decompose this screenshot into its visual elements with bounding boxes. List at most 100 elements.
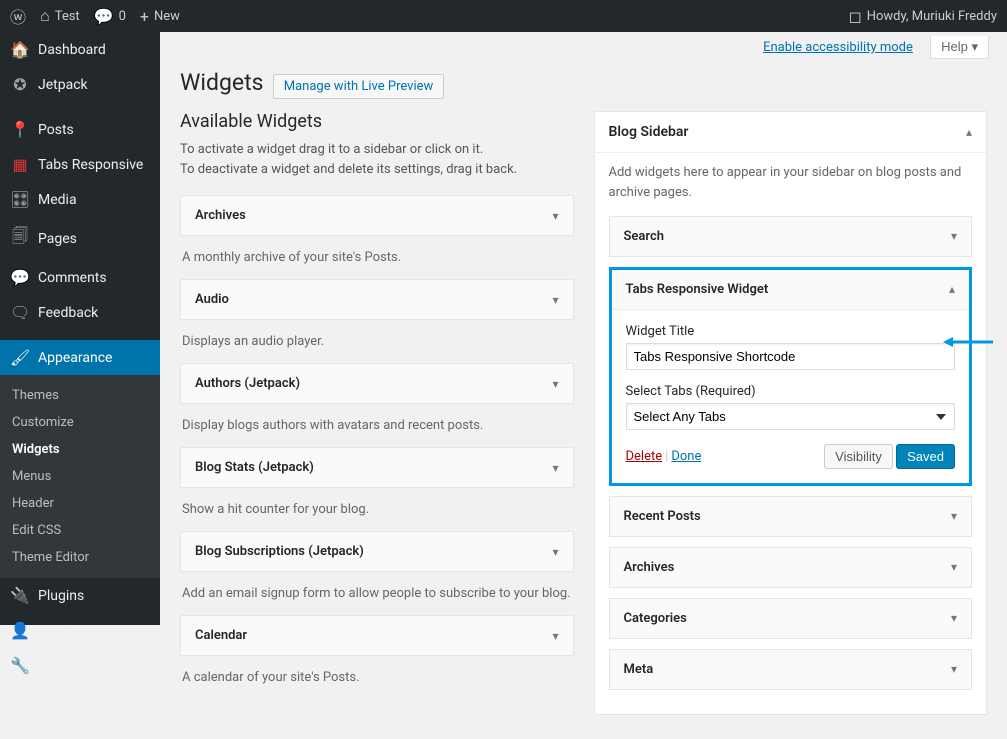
submenu-edit-css[interactable]: Edit CSS [0, 517, 160, 544]
menu-appearance[interactable]: 🖌 Appearance [0, 340, 160, 375]
tabs-icon: ▦ [10, 155, 30, 174]
menu-label: Appearance [38, 350, 112, 366]
avatar-icon: ◻ [848, 7, 861, 26]
chevron-up-icon: ▴ [949, 282, 955, 297]
select-tabs-label: Select Tabs (Required) [626, 384, 956, 399]
widget-title: Audio [195, 292, 229, 307]
chevron-down-icon: ▾ [552, 545, 558, 559]
submenu-menus[interactable]: Menus [0, 463, 160, 490]
widget-desc: Display blogs authors with avatars and r… [180, 412, 574, 447]
visibility-button[interactable]: Visibility [824, 444, 893, 469]
menu-plugins[interactable]: 🔌 Plugins [0, 578, 160, 613]
chevron-down-icon: ▾ [552, 377, 558, 391]
menu-media[interactable]: 🎛Media [0, 182, 160, 217]
widget-desc: Show a hit counter for your blog. [180, 496, 574, 531]
admin-bar: ⓦ ⌂Test 💬0 + New ◻Howdy, Muriuki Freddy [0, 0, 1007, 32]
content-area: Enable accessibility mode Help ▾ Widgets… [160, 32, 1007, 739]
menu-dashboard[interactable]: 🏠Dashboard [0, 32, 160, 67]
menu-label: Media [38, 192, 77, 208]
widget-audio[interactable]: Audio ▾ [180, 279, 574, 320]
submenu-customize[interactable]: Customize [0, 409, 160, 436]
comment-count: 0 [119, 9, 126, 24]
new-label: New [154, 9, 180, 24]
live-preview-button[interactable]: Manage with Live Preview [273, 74, 445, 99]
menu-tools[interactable]: 🔧 Tools [0, 648, 160, 683]
comments-link[interactable]: 💬0 [94, 7, 126, 26]
menu-label: Tools [38, 658, 72, 674]
widget-desc: A monthly archive of your site's Posts. [180, 244, 574, 279]
submenu-theme-editor[interactable]: Theme Editor [0, 544, 160, 571]
menu-comments[interactable]: 💬Comments [0, 260, 160, 295]
sidebar-areas-col: Blog Sidebar ▴ Add widgets here to appea… [594, 111, 988, 729]
menu-label: Tabs Responsive [38, 157, 143, 173]
new-link[interactable]: + New [140, 7, 180, 26]
submenu-header[interactable]: Header [0, 490, 160, 517]
menu-jetpack[interactable]: ✪Jetpack [0, 67, 160, 102]
saved-button[interactable]: Saved [896, 444, 955, 469]
placed-widget-archives[interactable]: Archives▾ [609, 547, 973, 588]
feedback-icon: 🗨 [10, 303, 30, 322]
select-tabs-dropdown[interactable]: Select Any Tabs [626, 403, 956, 430]
placed-widget-tabs-responsive: Tabs Responsive Widget▴ Widget Title Sel… [612, 270, 970, 483]
menu-pages[interactable]: 🗐Pages [0, 217, 160, 260]
menu-tabs-responsive[interactable]: ▦ Tabs Responsive [0, 147, 160, 182]
available-desc: To activate a widget drag it to a sideba… [180, 140, 574, 179]
done-link[interactable]: Done [671, 449, 701, 464]
account-link[interactable]: ◻Howdy, Muriuki Freddy [848, 7, 997, 26]
widget-blog-subscriptions[interactable]: Blog Subscriptions (Jetpack)▾ [180, 531, 574, 572]
chevron-down-icon: ▾ [552, 293, 558, 307]
site-link[interactable]: ⌂Test [40, 6, 80, 26]
menu-posts[interactable]: 📍Posts [0, 112, 160, 147]
chevron-down-icon: ▾ [951, 509, 957, 524]
home-icon: ⌂ [40, 6, 50, 26]
wp-logo[interactable]: ⓦ [10, 4, 26, 28]
widget-title: Meta [624, 662, 654, 677]
menu-users[interactable]: 👤Users [0, 613, 160, 648]
placed-widget-search[interactable]: Search ▾ [609, 216, 973, 257]
help-button[interactable]: Help ▾ [930, 36, 989, 59]
chevron-down-icon: ▾ [951, 560, 957, 575]
pin-icon: 📍 [10, 120, 30, 139]
area-head[interactable]: Blog Sidebar ▴ [595, 112, 987, 153]
widget-blog-stats[interactable]: Blog Stats (Jetpack) ▾ [180, 447, 574, 488]
widget-calendar[interactable]: Calendar ▾ [180, 615, 574, 656]
accessibility-link[interactable]: Enable accessibility mode [763, 40, 913, 55]
tools-icon: 🔧 [10, 656, 30, 675]
widget-title: Tabs Responsive Widget [626, 282, 769, 297]
menu-feedback[interactable]: 🗨Feedback [0, 295, 160, 330]
brush-icon: 🖌 [10, 348, 30, 367]
area-title: Blog Sidebar [609, 124, 689, 140]
available-widgets-col: Available Widgets To activate a widget d… [180, 111, 574, 729]
widget-desc: Add an email signup form to allow people… [180, 580, 574, 615]
widget-archives[interactable]: Archives▾ [180, 195, 574, 236]
available-heading: Available Widgets [180, 111, 574, 132]
page-title: Widgets [180, 69, 263, 96]
plugins-icon: 🔌 [10, 586, 30, 605]
chevron-down-icon: ▾ [951, 611, 957, 626]
widget-title: Search [624, 229, 665, 244]
chevron-down-icon: ▾ [951, 229, 957, 244]
dashboard-icon: 🏠 [10, 40, 30, 59]
plus-icon: + [140, 7, 149, 26]
chevron-down-icon: ▾ [552, 461, 558, 475]
placed-widget-meta[interactable]: Meta▾ [609, 649, 973, 690]
widget-title: Blog Stats (Jetpack) [195, 460, 314, 475]
placed-widget-categories[interactable]: Categories▾ [609, 598, 973, 639]
placed-widget-recent-posts[interactable]: Recent Posts▾ [609, 496, 973, 537]
area-desc: Add widgets here to appear in your sideb… [609, 163, 973, 202]
widget-left-actions: Delete|Done [626, 449, 702, 464]
menu-label: Plugins [38, 588, 84, 604]
widget-title: Calendar [195, 628, 247, 643]
widget-head[interactable]: Tabs Responsive Widget ▴ [612, 270, 970, 310]
appearance-submenu: Themes Customize Widgets Menus Header Ed… [0, 375, 160, 578]
submenu-themes[interactable]: Themes [0, 382, 160, 409]
chevron-down-icon: ▾ [552, 629, 558, 643]
delete-link[interactable]: Delete [626, 449, 663, 464]
widget-title: Authors (Jetpack) [195, 376, 300, 391]
widget-authors[interactable]: Authors (Jetpack) ▾ [180, 363, 574, 404]
menu-label: Pages [38, 231, 77, 247]
submenu-widgets[interactable]: Widgets [0, 436, 160, 463]
chevron-down-icon: ▾ [552, 209, 558, 223]
widget-title-input[interactable] [626, 343, 956, 370]
blog-sidebar-area: Blog Sidebar ▴ Add widgets here to appea… [594, 111, 988, 715]
